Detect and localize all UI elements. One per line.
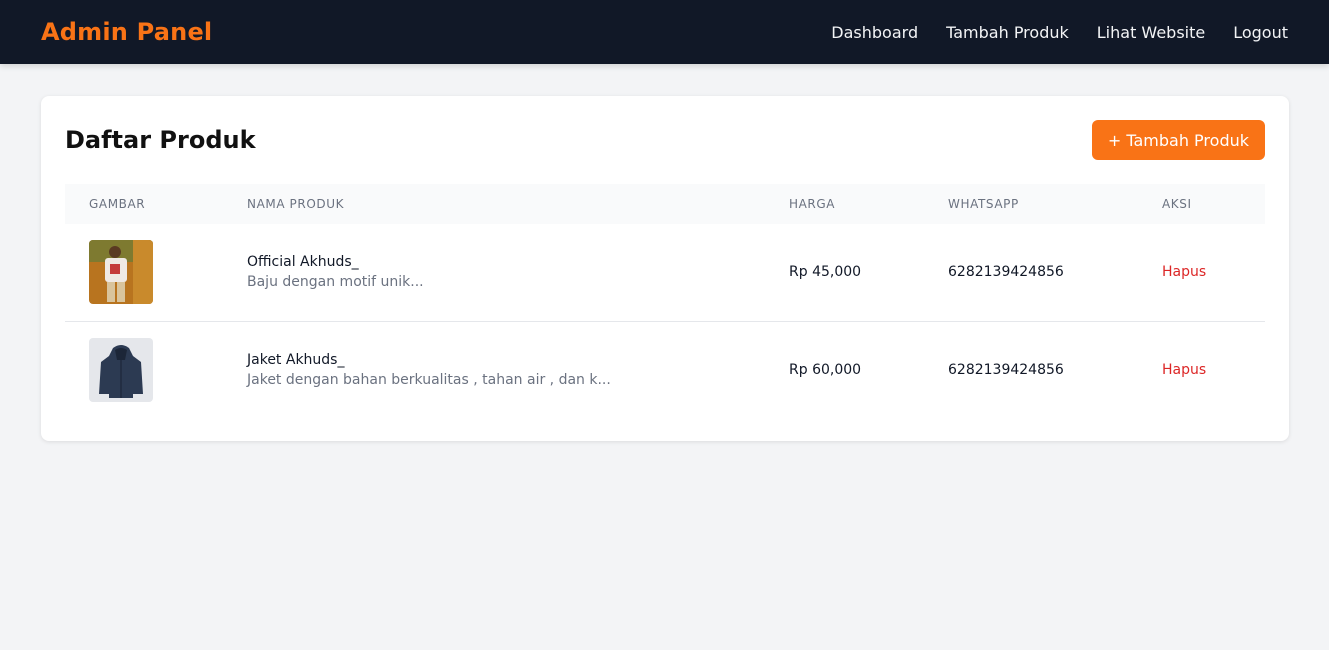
action-cell: Hapus xyxy=(1138,321,1265,418)
product-thumbnail xyxy=(89,240,153,305)
header-gambar: GAMBAR xyxy=(89,197,146,211)
product-description: Jaket dengan bahan berkualitas , tahan a… xyxy=(247,371,611,388)
product-name-cell: Jaket Akhuds_ Jaket dengan bahan berkual… xyxy=(223,321,765,418)
product-price: Rp 45,000 xyxy=(789,264,862,281)
delete-button[interactable]: Hapus xyxy=(1162,264,1206,280)
header-harga: HARGA xyxy=(789,197,836,211)
card-header: Daftar Produk + Tambah Produk xyxy=(65,120,1265,160)
nav-link-tambah-produk[interactable]: Tambah Produk xyxy=(946,23,1069,42)
product-image-cell xyxy=(65,321,223,418)
nav-link-logout[interactable]: Logout xyxy=(1233,23,1288,42)
add-product-button[interactable]: + Tambah Produk xyxy=(1091,120,1265,160)
header-whatsapp: WHATSAPP xyxy=(948,197,1019,211)
product-whatsapp: 6282139424856 xyxy=(948,361,1064,378)
table-row: Jaket Akhuds_ Jaket dengan bahan berkual… xyxy=(65,321,1265,418)
product-name: Official Akhuds_ xyxy=(247,254,359,271)
nav-link-dashboard[interactable]: Dashboard xyxy=(831,23,918,42)
product-description: Baju dengan motif unik... xyxy=(247,274,424,291)
brand-title: Admin Panel xyxy=(41,18,213,46)
product-whatsapp: 6282139424856 xyxy=(948,264,1064,281)
product-thumbnail xyxy=(89,337,153,402)
product-image-cell xyxy=(65,224,223,321)
page-title: Daftar Produk xyxy=(65,126,256,154)
nav-link-lihat-website[interactable]: Lihat Website xyxy=(1097,23,1205,42)
product-name: Jaket Akhuds_ xyxy=(247,351,345,368)
product-price: Rp 60,000 xyxy=(789,361,862,378)
product-name-cell: Official Akhuds_ Baju dengan motif unik.… xyxy=(223,224,765,321)
product-list-card: Daftar Produk + Tambah Produk GAMBAR NAM… xyxy=(41,96,1289,441)
header-nama-produk: NAMA PRODUK xyxy=(247,197,345,211)
table-row: Official Akhuds_ Baju dengan motif unik.… xyxy=(65,224,1265,321)
product-table: GAMBAR NAMA PRODUK HARGA WHATSAPP AKSI O… xyxy=(65,184,1265,418)
nav-links: Dashboard Tambah Produk Lihat Website Lo… xyxy=(831,23,1288,42)
header-aksi: AKSI xyxy=(1162,197,1192,211)
navbar: Admin Panel Dashboard Tambah Produk Liha… xyxy=(0,0,1329,64)
table-header-row: GAMBAR NAMA PRODUK HARGA WHATSAPP AKSI xyxy=(65,184,1265,224)
delete-button[interactable]: Hapus xyxy=(1162,362,1206,378)
action-cell: Hapus xyxy=(1138,224,1265,321)
